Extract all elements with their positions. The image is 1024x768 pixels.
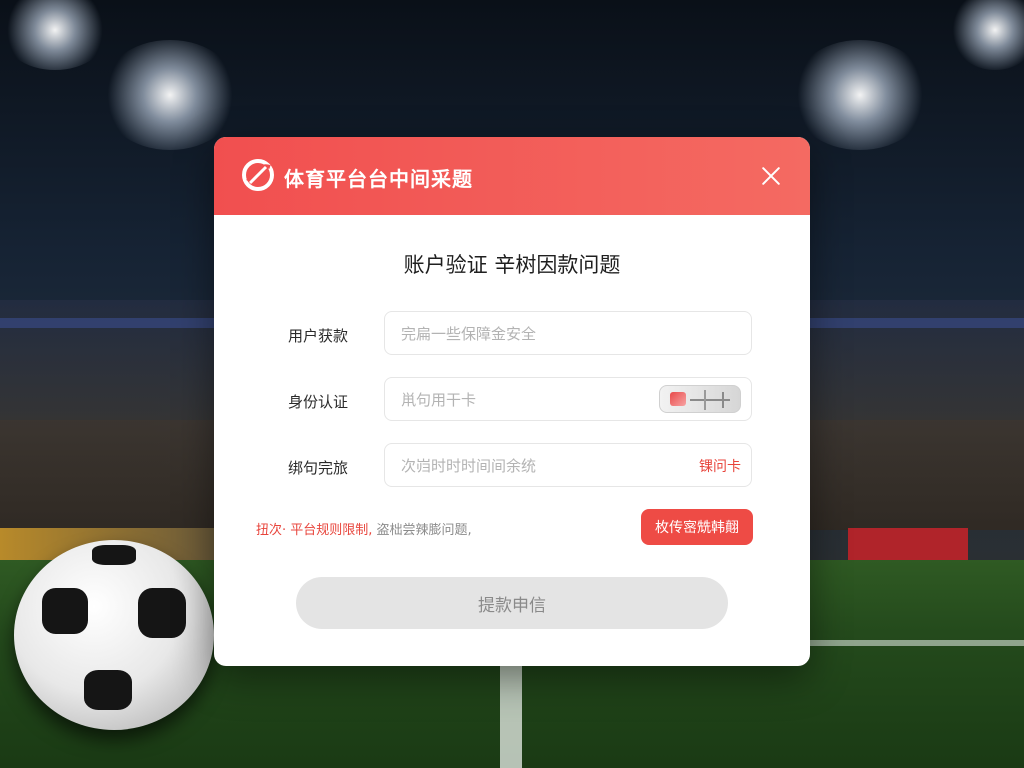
user-withdraw-input[interactable] [399, 312, 653, 356]
ball-patch [84, 670, 132, 710]
identity-verify-field [384, 377, 752, 422]
withdrawal-verification-dialog: 体育平台台中间采题 账户验证 辛树因款问题 用户获款 身份认证 绑句完旅 锞问卡… [214, 137, 810, 666]
card-tick [722, 392, 724, 408]
card-divider [704, 390, 706, 410]
resolve-action-button[interactable]: 枚传宻兟韩翸 [641, 509, 753, 545]
submit-withdraw-button[interactable]: 提款申信 [296, 577, 728, 629]
dialog-header: 体育平台台中间采题 [214, 137, 810, 215]
card-chip [670, 392, 686, 406]
notice-highlight: 扭次· 平台规则限制, [256, 523, 373, 538]
floodlight-left [100, 40, 240, 150]
bind-card-link[interactable]: 锞问卡 [699, 456, 741, 476]
pitch-line [500, 660, 522, 768]
identity-card-input[interactable] [399, 378, 653, 422]
bank-card-icon[interactable] [659, 385, 741, 413]
ball-patch [92, 545, 136, 565]
notice-text: 盗柮尝辣膨问题, [376, 523, 472, 538]
close-button[interactable] [754, 159, 788, 193]
binding-field: 锞问卡 [384, 443, 752, 488]
brand-name: 体育平台台中间采题 [284, 167, 473, 191]
user-withdraw-field [384, 311, 752, 356]
binding-input[interactable] [399, 444, 653, 488]
football-image [14, 540, 214, 730]
platform-rule-notice: 扭次· 平台规则限制, 盗柮尝辣膨问题, [256, 519, 472, 538]
dialog-title: 账户验证 辛树因款问题 [403, 253, 621, 277]
ad-board-right [848, 528, 968, 560]
user-withdraw-label: 用户获款 [288, 327, 349, 345]
floodlight-right [790, 40, 930, 150]
card-bar [690, 399, 730, 401]
brand-logo-icon [242, 159, 274, 191]
ball-patch [42, 588, 88, 634]
binding-label: 绑句完旅 [288, 459, 349, 477]
identity-verify-label: 身份认证 [288, 393, 349, 411]
ball-patch [138, 588, 186, 638]
pitch-line [810, 640, 1024, 646]
